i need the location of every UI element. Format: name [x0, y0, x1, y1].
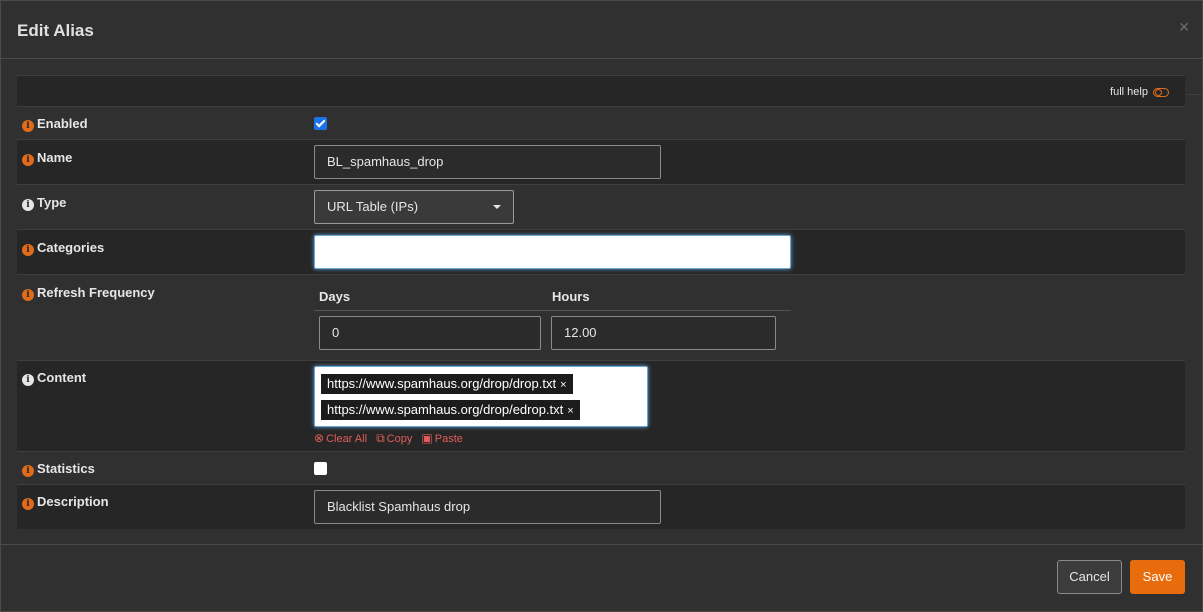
- divider: [1186, 94, 1202, 95]
- type-select[interactable]: URL Table (IPs): [314, 190, 514, 224]
- caret-down-icon: [493, 205, 501, 209]
- row-content: i Content https://www.spamhaus.org/drop/d…: [17, 360, 1185, 451]
- copy-link[interactable]: ⧉ Copy: [376, 431, 412, 445]
- times-circle-icon: ⊗: [314, 431, 325, 445]
- info-icon[interactable]: i: [22, 120, 34, 132]
- edit-alias-dialog: Edit Alias ✕ full help i Enabled i Name BL…: [0, 0, 1203, 612]
- clear-all-link[interactable]: ⊗ Clear All: [314, 431, 367, 445]
- alias-form: full help i Enabled i Name BL_spamhaus_dro…: [17, 75, 1185, 529]
- row-name: i Name BL_spamhaus_drop: [17, 139, 1185, 184]
- row-description: i Description Blacklist Spamhaus drop: [17, 484, 1185, 529]
- row-refresh-frequency: i Refresh Frequency Days Hours 0 12.00: [17, 274, 1185, 360]
- toggle-icon: [1153, 87, 1169, 97]
- copy-icon: ⧉: [376, 431, 385, 445]
- row-categories: i Categories: [17, 229, 1185, 274]
- content-tools: ⊗ Clear All ⧉ Copy ▣ Paste: [314, 431, 469, 446]
- paste-link[interactable]: ▣ Paste: [421, 431, 462, 445]
- enabled-label: i Enabled: [22, 116, 88, 132]
- row-statistics: i Statistics: [17, 451, 1185, 484]
- info-icon[interactable]: i: [22, 498, 34, 510]
- paste-icon: ▣: [421, 431, 433, 445]
- statistics-checkbox[interactable]: [314, 462, 327, 475]
- help-row: full help: [17, 75, 1185, 106]
- info-icon[interactable]: i: [22, 154, 34, 166]
- row-enabled: i Enabled: [17, 106, 1185, 139]
- content-label: i Content: [22, 370, 86, 386]
- remove-tag-icon[interactable]: ×: [567, 405, 573, 417]
- info-icon[interactable]: i: [22, 374, 34, 386]
- info-icon[interactable]: i: [22, 244, 34, 256]
- content-tag: https://www.spamhaus.org/drop/edrop.txt ×: [321, 400, 580, 420]
- categories-input[interactable]: [314, 235, 791, 269]
- refresh-frequency-label: i Refresh Frequency: [22, 285, 155, 301]
- full-help-label: full help: [1110, 86, 1148, 98]
- info-icon[interactable]: i: [22, 289, 34, 301]
- divider: [314, 310, 791, 311]
- close-icon[interactable]: ✕: [1178, 19, 1190, 36]
- full-help-toggle[interactable]: full help: [1110, 86, 1169, 98]
- info-icon[interactable]: i: [22, 199, 34, 211]
- days-header: Days: [319, 289, 351, 304]
- categories-label: i Categories: [22, 240, 104, 256]
- enabled-checkbox[interactable]: [314, 117, 327, 130]
- name-input[interactable]: BL_spamhaus_drop: [314, 145, 661, 179]
- type-select-value: URL Table (IPs): [327, 199, 419, 214]
- footer-divider: [1, 544, 1202, 545]
- statistics-label: i Statistics: [22, 461, 95, 477]
- content-tag: https://www.spamhaus.org/drop/drop.txt ×: [321, 374, 573, 394]
- type-label: i Type: [22, 195, 66, 211]
- days-input[interactable]: 0: [319, 316, 541, 350]
- description-input[interactable]: Blacklist Spamhaus drop: [314, 490, 661, 524]
- row-type: i Type URL Table (IPs): [17, 184, 1185, 229]
- save-button[interactable]: Save: [1130, 560, 1185, 594]
- name-label: i Name: [22, 150, 72, 166]
- modal-header: Edit Alias ✕: [1, 1, 1202, 59]
- remove-tag-icon[interactable]: ×: [560, 379, 566, 391]
- content-tags-input[interactable]: https://www.spamhaus.org/drop/drop.txt × …: [314, 366, 648, 427]
- info-icon[interactable]: i: [22, 465, 34, 477]
- hours-input[interactable]: 12.00: [551, 316, 776, 350]
- description-label: i Description: [22, 494, 109, 510]
- cancel-button[interactable]: Cancel: [1057, 560, 1122, 594]
- hours-header: Hours: [552, 289, 590, 304]
- modal-title: Edit Alias: [17, 21, 94, 40]
